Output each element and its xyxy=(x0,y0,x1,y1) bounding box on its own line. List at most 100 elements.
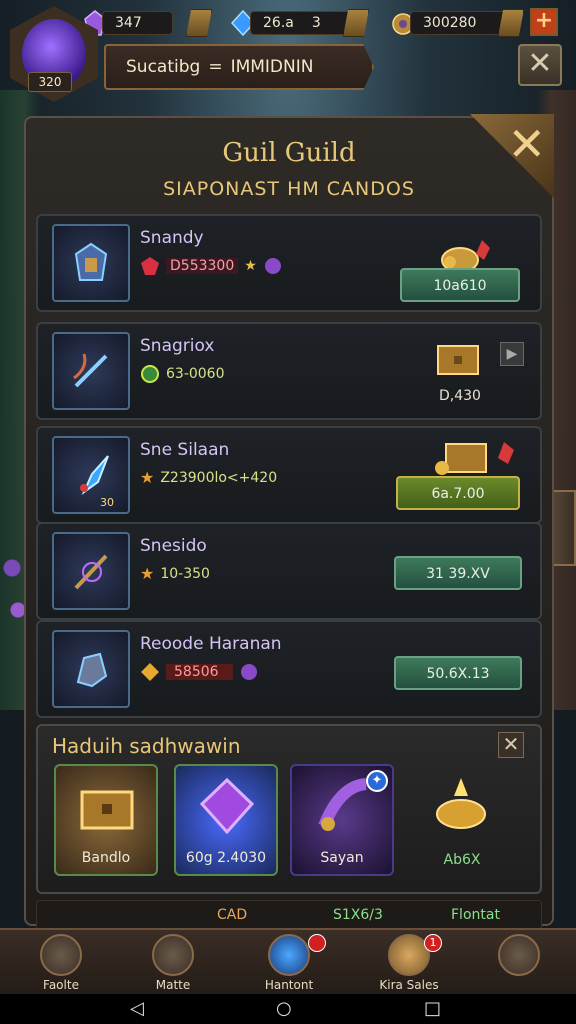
shop-item-row[interactable]: Snesido ★ 10-350 31 39.XV xyxy=(36,522,542,620)
item-name: Snagriox xyxy=(140,336,215,356)
featured-card[interactable]: ✦ Sayan xyxy=(290,764,394,876)
resource-gems-extra: 3 xyxy=(311,15,321,31)
resource-gems-value: 26.a 3 xyxy=(250,11,352,35)
item-stat-value: D553300 xyxy=(166,258,239,274)
guild-banner: Sucatibg = IMMIDNIN xyxy=(104,44,374,90)
star-icon: ★ xyxy=(244,258,257,274)
resource-gems-amount: 26.a xyxy=(263,15,294,31)
item-thumbnail xyxy=(52,630,130,708)
close-icon: ✕ xyxy=(502,732,520,756)
featured-card[interactable]: Bandlo xyxy=(54,764,158,876)
star-icon: ★ xyxy=(140,564,155,583)
treasure-chest-icon xyxy=(437,345,479,375)
panel-subtitle: SIAPONAST HM CANDOS xyxy=(163,178,415,200)
star-icon: ★ xyxy=(140,468,155,487)
purple-orb-icon xyxy=(240,664,257,680)
close-icon: ✕ xyxy=(527,46,553,81)
nav-label: Hantont xyxy=(264,978,314,992)
strip-left-text: CAD xyxy=(217,907,248,923)
section-title: Haduih sadhwawin xyxy=(52,734,241,758)
back-icon[interactable]: ◁ xyxy=(130,998,144,1019)
notification-badge: 1 xyxy=(424,934,442,952)
item-name: Snandy xyxy=(140,228,204,248)
ruby-icon xyxy=(141,257,159,275)
buy-price-button[interactable]: 50.6X.13 xyxy=(394,656,522,690)
bottom-nav: Faolte Matte Hantont 1 Kira Sales xyxy=(0,928,576,994)
item-stat: 58506 xyxy=(140,662,259,682)
item-thumbnail xyxy=(52,332,130,410)
purple-orb-icon xyxy=(264,258,281,274)
info-strip: CAD S1X6/3 Flontat xyxy=(36,900,542,930)
swords-icon xyxy=(152,934,194,976)
quill-icon xyxy=(40,934,82,976)
item-stat-value: 10-350 xyxy=(160,565,210,582)
shop-item-row[interactable]: 30 Sne Silaan ★ Z23900lo<+420 6a.7.00 xyxy=(36,426,542,524)
card-label: 60g 2.4030 xyxy=(185,850,267,866)
nav-item-matte[interactable]: Matte xyxy=(128,934,218,992)
card-label: Sayan xyxy=(320,850,364,866)
treasure-chest-icon xyxy=(80,790,134,830)
nav-item-kira-sales[interactable]: 1 Kira Sales xyxy=(364,934,454,992)
top-bar: 347 26.a 3 300280 + 320 Sucatibg = IMMID… xyxy=(0,0,576,102)
item-thumbnail: 30 xyxy=(52,436,130,514)
shop-item-row[interactable]: Snandy D553300 ★ 10a610 xyxy=(36,214,542,312)
notification-badge xyxy=(308,934,326,952)
resource-crystals[interactable]: 347 xyxy=(82,8,212,38)
panel-title: Guil Guild xyxy=(222,138,356,168)
card-label: Ab6X xyxy=(443,852,481,868)
section-close-button[interactable]: ✕ xyxy=(498,732,524,758)
golden-lamp-icon xyxy=(436,778,486,829)
nav-label: Matte xyxy=(155,978,191,992)
nav-label: Kira Sales xyxy=(379,978,439,992)
item-thumbnail xyxy=(52,532,130,610)
emerald-icon xyxy=(141,365,159,383)
resource-gold-value: 300280 xyxy=(410,11,508,35)
settings-shield-icon xyxy=(498,934,540,976)
crystal-blade-icon xyxy=(80,455,109,495)
arrow-right-icon[interactable]: ▶ xyxy=(500,342,524,366)
add-crystals-button[interactable] xyxy=(186,9,212,37)
nav-label: Faolte xyxy=(43,978,79,992)
system-nav-bar: ◁ ○ □ xyxy=(0,994,576,1024)
item-price: D,430 xyxy=(439,388,481,404)
item-stat: D553300 ★ xyxy=(140,256,283,276)
nav-item-faolte[interactable]: Faolte xyxy=(16,934,106,992)
banner-left-text: Sucatibg xyxy=(126,57,201,77)
buy-price-button[interactable]: 6a.7.00 xyxy=(396,476,520,510)
shop-item-row[interactable]: Reoode Haranan 58506 50.6X.13 xyxy=(36,620,542,718)
item-stat-value: Z23900lo<+420 xyxy=(160,469,278,486)
add-resources-button[interactable]: + xyxy=(530,8,558,36)
purple-crystal-icon xyxy=(199,777,255,835)
item-thumbnail xyxy=(52,224,130,302)
gold-gem-icon xyxy=(141,663,159,681)
crystal-orb-icon xyxy=(268,934,310,976)
item-stat: ★ Z23900lo<+420 xyxy=(140,468,277,487)
bow-icon xyxy=(73,353,108,388)
armor-icon xyxy=(74,242,108,281)
banner-right-text: IMMIDNIN xyxy=(230,57,314,77)
close-button[interactable]: ✕ xyxy=(518,44,562,86)
shop-item-row[interactable]: Snagriox 63-0060 ▶ D,430 xyxy=(36,322,542,420)
item-name: Sne Silaan xyxy=(140,440,230,460)
player-level: 320 xyxy=(28,72,72,92)
strip-mid-text: S1X6/3 xyxy=(333,907,383,923)
item-name: Snesido xyxy=(140,536,207,556)
nav-item-hantont[interactable]: Hantont xyxy=(244,934,334,992)
buy-price-button[interactable]: 10a610 xyxy=(400,268,520,302)
featured-card[interactable]: Ab6X xyxy=(410,764,514,876)
magic-staff-icon xyxy=(74,554,108,590)
featured-card[interactable]: 60g 2.4030 xyxy=(174,764,278,876)
item-stat-value: 63-0060 xyxy=(166,366,225,382)
resource-gems[interactable]: 26.a 3 xyxy=(230,8,369,38)
featured-section: Haduih sadhwawin ✕ Bandlo 60g 2.4030 ✦ S… xyxy=(36,724,542,894)
gold-chest-icon xyxy=(435,442,514,475)
nav-item-settings[interactable] xyxy=(474,934,564,976)
banner-separator: = xyxy=(208,57,223,77)
home-icon[interactable]: ○ xyxy=(276,998,292,1019)
resource-crystals-value: 347 xyxy=(102,11,173,35)
resource-gold[interactable]: 300280 xyxy=(390,8,524,38)
recents-icon[interactable]: □ xyxy=(424,998,441,1019)
plus-badge-icon: ✦ xyxy=(366,770,388,792)
buy-price-button[interactable]: 31 39.XV xyxy=(394,556,522,590)
item-name: Reoode Haranan xyxy=(140,634,282,654)
